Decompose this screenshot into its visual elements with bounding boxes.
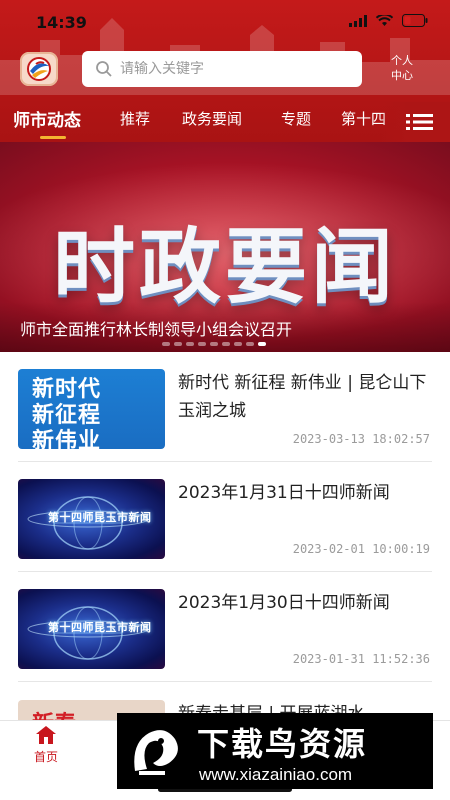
status-icons [349,14,428,27]
battery-icon [402,14,428,27]
bird-logo-icon [134,730,178,775]
thumb-slogan-line: 新伟业 [32,429,102,449]
search-input[interactable] [120,61,340,77]
carousel-dots [162,342,266,346]
carousel-dot[interactable] [258,342,266,346]
category-tabs: 师市动态 推荐 政务要闻 专题 第十四 [0,102,450,142]
profile-center-button[interactable]: 个人 中心 [384,53,420,83]
carousel-dot[interactable] [246,342,254,346]
status-bar: 14:39 [0,0,450,44]
news-title: 2023年1月31日十四师新闻 [178,483,390,503]
logo-emblem-icon [27,57,51,81]
news-title: 新时代 新征程 新伟业 | 昆仑山下 玉润之城 [178,373,427,421]
profile-label-line1: 个人 [391,54,413,67]
news-thumbnail: 新时代 新征程 新伟业 [18,369,165,449]
tab-shishi-dongtai[interactable]: 师市动态 [13,106,81,131]
carousel-dot[interactable] [222,342,230,346]
carousel-dot[interactable] [162,342,170,346]
home-icon [36,726,56,744]
nav-home-label: 首页 [33,750,58,764]
news-title: 2023年1月30日十四师新闻 [178,593,390,613]
wifi-icon [376,14,393,26]
news-thumbnail: 第十四师昆玉市新闻 [18,589,165,669]
news-date: 2023-03-13 18:02:57 [292,432,430,446]
carousel-dot[interactable] [210,342,218,346]
search-bar[interactable] [82,51,362,87]
list-item[interactable]: 第十四师昆玉市新闻 2023年1月30日十四师新闻 2023-01-31 11:… [18,572,432,682]
tab-zhuanti[interactable]: 专题 [281,108,311,129]
banner-carousel[interactable]: 时政要闻 师市全面推行林长制领导小组会议召开 [0,142,450,352]
profile-label-line2: 中心 [391,69,413,82]
watermark-url: www.xiazainiao.com [199,765,353,784]
thumb-caption: 第十四师昆玉市新闻 [48,511,152,524]
tab-zhengwu-yaowen[interactable]: 政务要闻 [182,108,242,129]
carousel-dot[interactable] [174,342,182,346]
nav-home-button[interactable]: 首页 [26,725,66,765]
cellular-signal-icon [349,14,367,27]
news-date: 2023-01-31 11:52:36 [292,652,430,666]
carousel-dot[interactable] [198,342,206,346]
watermark-overlay: 下载鸟资源 www.xiazainiao.com [117,713,433,789]
status-time: 14:39 [36,13,87,32]
thumb-caption: 第十四师昆玉市新闻 [48,621,152,634]
carousel-dot[interactable] [186,342,194,346]
list-item[interactable]: 新时代 新征程 新伟业 新时代 新征程 新伟业 | 昆仑山下 玉润之城 2023… [18,352,432,462]
tab-tuijian[interactable]: 推荐 [120,108,150,129]
active-tab-indicator [40,136,66,139]
news-thumbnail: 第十四师昆玉市新闻 [18,479,165,559]
banner-caption: 师市全面推行林长制领导小组会议召开 [20,320,293,339]
search-icon [96,61,112,77]
app-logo[interactable] [20,52,58,86]
news-date: 2023-02-01 10:00:19 [292,542,430,556]
watermark-title: 下载鸟资源 [197,725,368,763]
carousel-dot[interactable] [234,342,242,346]
news-list: 新时代 新征程 新伟业 新时代 新征程 新伟业 | 昆仑山下 玉润之城 2023… [0,352,450,737]
menu-icon[interactable] [406,112,434,132]
list-item[interactable]: 第十四师昆玉市新闻 2023年1月31日十四师新闻 2023-02-01 10:… [18,462,432,572]
app-header: 14:39 请输入关键字 个人 中心 师市动态 推荐 政务要闻 专题 第十四 [0,0,450,142]
